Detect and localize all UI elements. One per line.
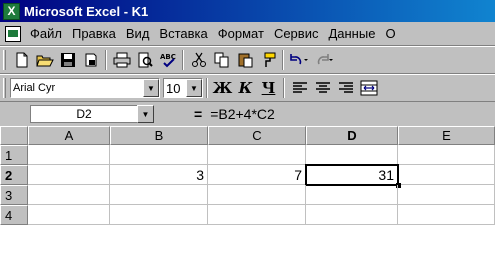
column-header-d[interactable]: D	[306, 126, 398, 145]
cell-b3[interactable]	[110, 185, 208, 205]
open-icon[interactable]	[33, 49, 56, 71]
cell-e2[interactable]	[398, 165, 495, 185]
formula-bar: D2 ▼ = =B2+4*C2	[0, 103, 495, 125]
cell-a3[interactable]	[28, 185, 110, 205]
toolbar-separator	[206, 78, 208, 98]
cell-d3[interactable]	[306, 185, 398, 205]
menu-data[interactable]: Данные	[323, 26, 380, 41]
row-header-4[interactable]: 4	[0, 205, 28, 225]
chevron-down-icon[interactable]: ▼	[137, 105, 154, 123]
font-name-box[interactable]: Arial Cyr ▼	[10, 78, 160, 98]
cell-c2[interactable]: 7	[208, 165, 306, 185]
font-size-box[interactable]: 10 ▼	[163, 78, 203, 98]
cell-c1[interactable]	[208, 145, 306, 165]
cell-c3[interactable]	[208, 185, 306, 205]
cell-d4[interactable]	[306, 205, 398, 225]
cell-e3[interactable]	[398, 185, 495, 205]
row-header-3[interactable]: 3	[0, 185, 28, 205]
italic-icon[interactable]: К	[234, 77, 257, 99]
chevron-down-icon[interactable]: ▼	[186, 79, 202, 97]
menu-insert[interactable]: Вставка	[154, 26, 212, 41]
cell-c4[interactable]	[208, 205, 306, 225]
cell-b2[interactable]: 3	[110, 165, 208, 185]
cell-e4[interactable]	[398, 205, 495, 225]
toolbar-grip[interactable]	[3, 50, 6, 70]
print-icon[interactable]	[110, 49, 133, 71]
select-all-corner[interactable]	[0, 126, 28, 145]
cell-d2[interactable]: 31	[305, 164, 399, 186]
name-box[interactable]: D2	[30, 105, 137, 123]
formatting-toolbar: Arial Cyr ▼ 10 ▼ Ж К Ч	[0, 74, 495, 102]
menu-bar: Файл Правка Вид Вставка Формат Сервис Да…	[0, 22, 495, 46]
workbook-icon[interactable]	[5, 25, 21, 42]
column-header-e[interactable]: E	[398, 126, 495, 145]
format-painter-icon[interactable]	[256, 49, 279, 71]
column-header-a[interactable]: A	[28, 126, 110, 145]
excel-app-icon: X	[3, 2, 20, 20]
cut-icon[interactable]	[187, 49, 210, 71]
menu-format[interactable]: Формат	[213, 26, 269, 41]
menu-window[interactable]: О	[380, 26, 400, 41]
align-center-icon[interactable]	[311, 77, 334, 99]
bold-icon[interactable]: Ж	[211, 77, 234, 99]
cell-a4[interactable]	[28, 205, 110, 225]
paste-icon[interactable]	[233, 49, 256, 71]
cell-a2[interactable]	[28, 165, 110, 185]
column-header-c[interactable]: C	[208, 126, 306, 145]
toolbar-separator	[283, 78, 285, 98]
column-header-b[interactable]: B	[110, 126, 208, 145]
print-preview-icon[interactable]	[133, 49, 156, 71]
undo-icon[interactable]	[287, 49, 310, 71]
save-icon[interactable]	[56, 49, 79, 71]
copy-icon[interactable]	[210, 49, 233, 71]
row-header-1[interactable]: 1	[0, 145, 28, 165]
toolbar-separator	[182, 50, 184, 70]
toolbar-grip[interactable]	[3, 78, 6, 98]
toolbar-separator	[282, 50, 284, 70]
menu-tools[interactable]: Сервис	[269, 26, 324, 41]
worksheet-grid[interactable]: A B C D E 1 2 3 4 3 7 31	[0, 126, 495, 276]
cell-b4[interactable]	[110, 205, 208, 225]
cell-d1[interactable]	[306, 145, 398, 165]
toolbar-separator	[105, 50, 107, 70]
menu-file[interactable]: Файл	[25, 26, 67, 41]
menu-view[interactable]: Вид	[121, 26, 155, 41]
cell-a1[interactable]	[28, 145, 110, 165]
cell-b1[interactable]	[110, 145, 208, 165]
new-icon[interactable]	[10, 49, 33, 71]
permission-icon[interactable]	[79, 49, 102, 71]
chevron-down-icon[interactable]: ▼	[143, 79, 159, 97]
underline-icon[interactable]: Ч	[257, 77, 280, 99]
font-size-value: 10	[166, 80, 181, 96]
spelling-icon[interactable]: ABC	[156, 49, 179, 71]
name-box-value: D2	[76, 107, 92, 121]
window-title: Microsoft Excel - K1	[24, 3, 149, 19]
title-bar: X Microsoft Excel - K1	[0, 0, 495, 22]
align-left-icon[interactable]	[288, 77, 311, 99]
font-name-value: Arial Cyr	[13, 82, 56, 94]
formula-equals-sign[interactable]: =	[194, 106, 202, 122]
formula-content[interactable]: =B2+4*C2	[210, 106, 275, 122]
align-right-icon[interactable]	[334, 77, 357, 99]
standard-toolbar: ABC	[0, 46, 495, 74]
row-header-2[interactable]: 2	[0, 165, 28, 185]
merge-center-icon[interactable]	[357, 77, 380, 99]
redo-icon[interactable]	[310, 49, 333, 71]
cell-e1[interactable]	[398, 145, 495, 165]
menu-edit[interactable]: Правка	[67, 26, 121, 41]
